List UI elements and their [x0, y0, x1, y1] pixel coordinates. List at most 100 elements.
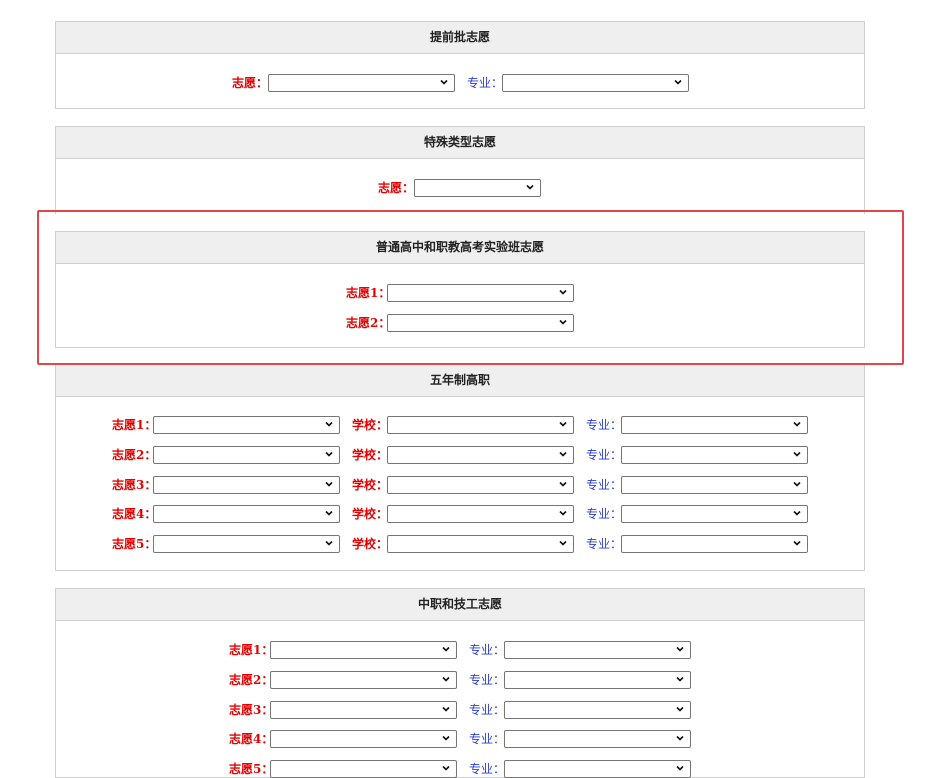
chevron-down-icon	[559, 481, 567, 487]
school-select[interactable]	[387, 445, 574, 464]
chevron-down-icon	[676, 676, 684, 682]
choice-label: 志愿5：	[229, 762, 274, 777]
panel-title: 提前批志愿	[56, 22, 864, 54]
school-select[interactable]	[387, 416, 574, 434]
chevron-down-icon	[442, 736, 450, 742]
choice-label: 志愿：	[232, 76, 269, 90]
chevron-down-icon	[559, 511, 567, 517]
form-row: 志愿4： 专业：	[56, 730, 864, 749]
choice-select[interactable]	[270, 700, 457, 719]
major-label: 专业：	[586, 507, 623, 522]
choice-1-label: 志愿1：	[346, 286, 391, 300]
form-row: 志愿5： 学校： 专业：	[56, 535, 864, 554]
chevron-down-icon	[676, 646, 684, 652]
choice-select[interactable]	[270, 760, 457, 778]
choice-select[interactable]	[268, 74, 455, 92]
panel-title: 五年制高职	[56, 365, 864, 397]
major-select[interactable]	[504, 641, 691, 659]
chevron-down-icon	[442, 706, 450, 712]
form-row: 志愿3： 学校： 专业：	[56, 475, 864, 494]
chevron-down-icon	[442, 676, 450, 682]
choice-select[interactable]	[153, 445, 340, 464]
major-select[interactable]	[621, 475, 808, 494]
school-label: 学校：	[352, 507, 389, 522]
choice-label: 志愿4：	[112, 507, 157, 522]
chevron-down-icon	[325, 481, 333, 487]
chevron-down-icon	[793, 541, 801, 546]
chevron-down-icon	[442, 646, 450, 652]
school-select[interactable]	[387, 505, 574, 524]
form-row: 志愿2： 专业：	[56, 670, 864, 689]
chevron-down-icon	[676, 766, 684, 771]
major-select[interactable]	[502, 74, 689, 92]
chevron-down-icon	[325, 451, 333, 457]
form-row: 志愿5： 专业：	[56, 760, 864, 778]
choice-select[interactable]	[414, 179, 541, 197]
major-label: 专业：	[586, 537, 623, 552]
chevron-down-icon	[559, 541, 567, 546]
secondary-vocational-panel: 中职和技工志愿 志愿1： 专业： 志愿2： 专业： 志愿3： 专业： 志愿4： 专业： 志愿5：…	[55, 588, 865, 778]
major-select[interactable]	[621, 535, 808, 554]
choice-label: 志愿1：	[112, 418, 157, 432]
major-select[interactable]	[504, 700, 691, 719]
choice-select[interactable]	[153, 535, 340, 554]
major-label: 专业：	[469, 732, 506, 747]
choice-label: 志愿3：	[112, 477, 157, 492]
form-row: 志愿1：	[56, 284, 864, 302]
major-select[interactable]	[621, 445, 808, 464]
choice-select[interactable]	[153, 416, 340, 434]
form-row: 志愿3： 专业：	[56, 700, 864, 719]
form-row: 志愿2： 学校： 专业：	[56, 445, 864, 464]
experimental-class-panel: 普通高中和职教高考实验班志愿 志愿1： 志愿2：	[55, 231, 865, 348]
chevron-down-icon	[440, 79, 448, 85]
five-year-vocational-panel: 五年制高职 志愿1： 学校： 专业： 志愿2： 学校： 专业： 志愿3： 学校： 专业： 志愿4：…	[55, 365, 865, 571]
choice-2-select[interactable]	[387, 314, 574, 332]
choice-select[interactable]	[153, 505, 340, 524]
major-select[interactable]	[504, 760, 691, 778]
school-label: 学校：	[352, 537, 389, 552]
major-label: 专业：	[586, 477, 623, 492]
major-label: 专业：	[469, 672, 506, 687]
major-select[interactable]	[504, 670, 691, 689]
choice-select[interactable]	[270, 641, 457, 659]
choice-select[interactable]	[270, 730, 457, 749]
major-label: 专业：	[469, 643, 506, 657]
school-select[interactable]	[387, 475, 574, 494]
choice-label: 志愿3：	[229, 702, 274, 717]
choice-1-select[interactable]	[387, 284, 574, 302]
chevron-down-icon	[325, 541, 333, 546]
major-select[interactable]	[621, 505, 808, 524]
school-select[interactable]	[387, 535, 574, 554]
chevron-down-icon	[559, 319, 567, 325]
form-row: 志愿4： 学校： 专业：	[56, 505, 864, 524]
chevron-down-icon	[793, 511, 801, 517]
chevron-down-icon	[676, 706, 684, 712]
choice-label: 志愿2：	[229, 672, 274, 687]
chevron-down-icon	[559, 289, 567, 295]
choice-select[interactable]	[153, 475, 340, 494]
major-label: 专业：	[586, 418, 623, 432]
major-select[interactable]	[621, 416, 808, 434]
chevron-down-icon	[526, 184, 534, 190]
choice-label: 志愿1：	[229, 643, 274, 657]
early-batch-panel: 提前批志愿 志愿： 专业：	[55, 21, 865, 109]
chevron-down-icon	[793, 421, 801, 427]
special-type-panel: 特殊类型志愿 志愿：	[55, 126, 865, 214]
panel-title: 普通高中和职教高考实验班志愿	[56, 232, 864, 264]
major-label: 专业：	[469, 762, 506, 777]
choice-label: 志愿：	[378, 181, 415, 195]
chevron-down-icon	[325, 511, 333, 517]
choice-2-label: 志愿2：	[346, 316, 391, 330]
chevron-down-icon	[559, 451, 567, 457]
chevron-down-icon	[793, 481, 801, 487]
school-label: 学校：	[352, 477, 389, 492]
panel-title: 中职和技工志愿	[56, 589, 864, 621]
form-row: 志愿1： 专业：	[56, 641, 864, 659]
major-select[interactable]	[504, 730, 691, 749]
form-row: 志愿：	[56, 179, 864, 197]
form-row: 志愿1： 学校： 专业：	[56, 416, 864, 434]
panel-title: 特殊类型志愿	[56, 127, 864, 159]
choice-select[interactable]	[270, 670, 457, 689]
choice-label: 志愿5：	[112, 537, 157, 552]
chevron-down-icon	[674, 79, 682, 85]
